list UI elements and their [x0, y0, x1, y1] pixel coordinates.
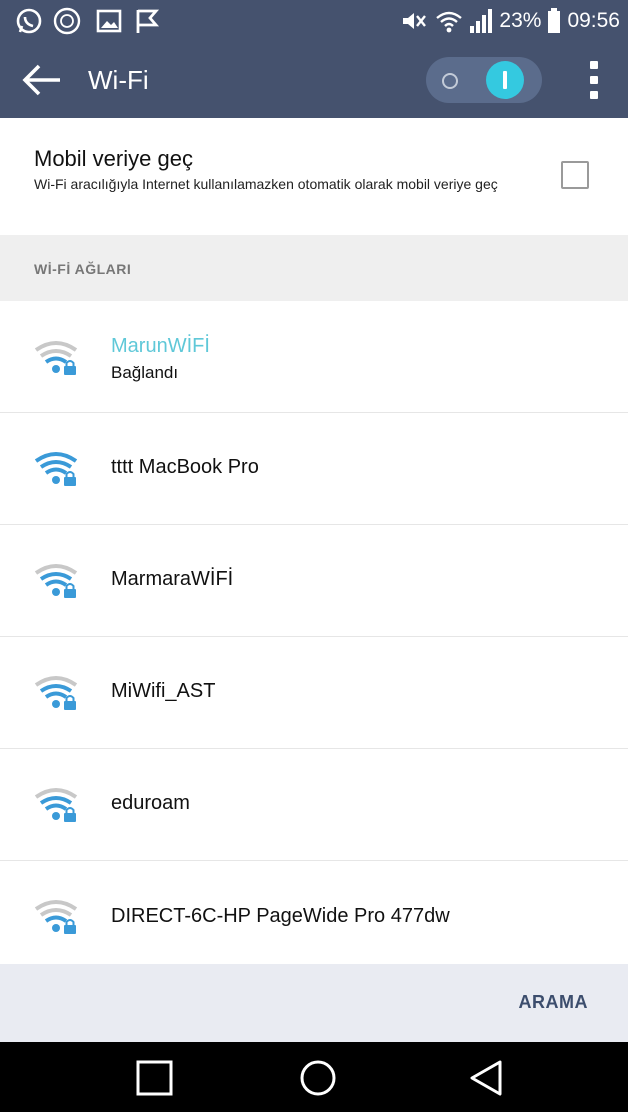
network-row[interactable]: eduroam	[0, 749, 628, 861]
back-arrow-icon[interactable]	[22, 62, 62, 98]
back-triangle-icon[interactable]	[466, 1060, 506, 1096]
mobile-data-description: Wi-Fi aracılığıyla Internet kullanılamaz…	[34, 176, 498, 192]
navigation-bar	[0, 1042, 628, 1112]
network-row[interactable]: MarmaraWİFİ	[0, 525, 628, 637]
mobile-data-checkbox[interactable]	[561, 161, 589, 189]
network-name: MarmaraWİFİ	[111, 568, 234, 590]
network-list: MarunWİFİ Bağlandı tttt MacBook Pro Marm…	[0, 301, 628, 963]
clock: 09:56	[567, 9, 620, 32]
overflow-menu-icon[interactable]	[582, 61, 606, 101]
mute-icon	[403, 13, 427, 29]
section-label: Wİ-Fİ AĞLARI	[34, 261, 132, 277]
recents-square-icon[interactable]	[135, 1060, 175, 1096]
wifi-lock-icon	[34, 900, 78, 934]
network-name: eduroam	[111, 792, 190, 814]
wifi-toggle[interactable]	[426, 57, 542, 103]
toggle-off-indicator	[442, 73, 458, 89]
mobile-data-title: Mobil veriye geç	[34, 146, 193, 171]
wifi-lock-icon	[34, 452, 78, 486]
signal-icon	[470, 9, 493, 33]
network-name: MarunWİFİ	[111, 335, 210, 357]
circle-icon	[53, 7, 81, 35]
wifi-icon	[436, 11, 463, 33]
battery-icon	[548, 8, 561, 33]
network-row[interactable]: DIRECT-6C-HP PageWide Pro 477dw	[0, 861, 628, 963]
page-title: Wi-Fi	[88, 65, 149, 95]
gallery-icon	[96, 9, 122, 33]
wifi-lock-icon	[34, 676, 78, 710]
wifi-lock-icon	[34, 564, 78, 598]
network-name: MiWifi_AST	[111, 680, 216, 702]
network-name: DIRECT-6C-HP PageWide Pro 477dw	[111, 905, 450, 927]
flag-icon	[136, 9, 160, 33]
bottom-action-bar: ARAMA	[0, 964, 628, 1042]
networks-section-header: Wİ-Fİ AĞLARI	[0, 235, 628, 301]
battery-percent: 23%	[499, 9, 542, 32]
mobile-data-option[interactable]: Mobil veriye geç Wi-Fi aracılığıyla Inte…	[0, 118, 628, 235]
network-row[interactable]: tttt MacBook Pro	[0, 413, 628, 525]
wifi-lock-icon	[34, 341, 78, 375]
status-bar: 23% 09:56	[0, 0, 628, 42]
app-bar: Wi-Fi	[0, 42, 628, 118]
wifi-lock-icon	[34, 788, 78, 822]
network-name: tttt MacBook Pro	[111, 456, 259, 478]
status-right: 23% 09:56	[399, 0, 620, 42]
toggle-on-knob	[486, 61, 524, 99]
home-circle-icon[interactable]	[298, 1060, 338, 1096]
network-status: Bağlandı	[111, 363, 179, 382]
search-button[interactable]: ARAMA	[519, 992, 589, 1013]
whatsapp-icon	[16, 8, 42, 34]
network-row[interactable]: MarunWİFİ Bağlandı	[0, 301, 628, 413]
network-row[interactable]: MiWifi_AST	[0, 637, 628, 749]
